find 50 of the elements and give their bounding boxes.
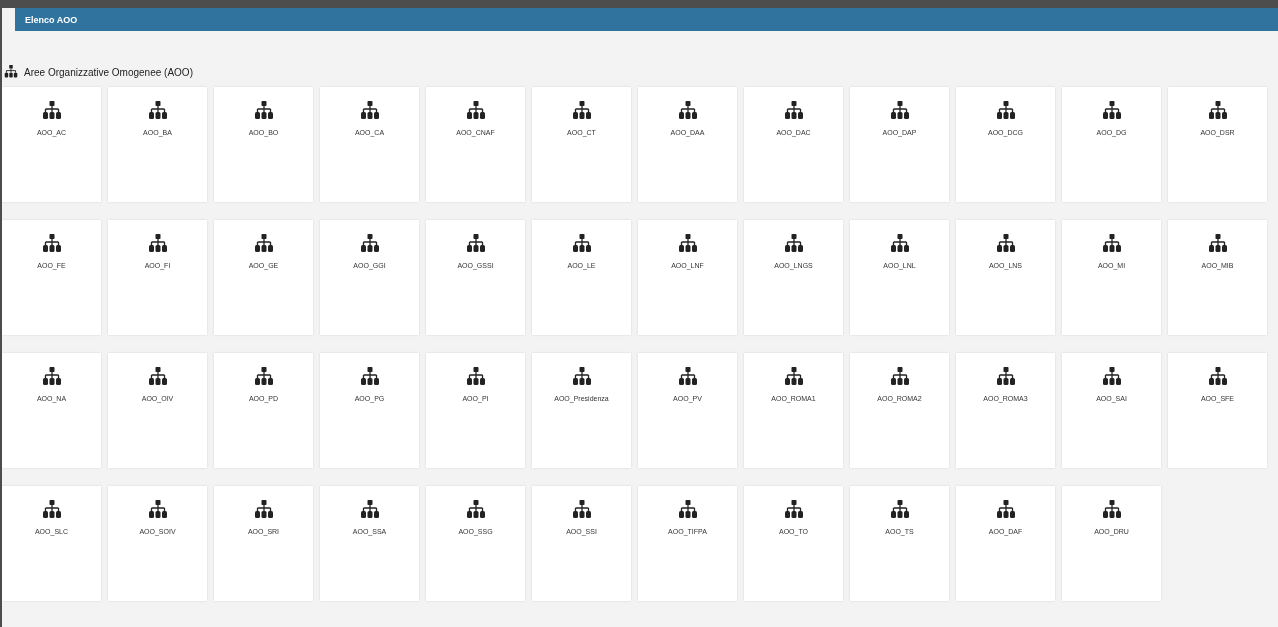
sitemap-icon [995,367,1016,387]
sitemap-icon [41,101,62,121]
sitemap-icon [571,234,592,254]
header-title: Elenco AOO [25,14,78,25]
sitemap-icon [677,101,698,121]
sitemap-icon [253,367,274,387]
sitemap-icon [359,367,380,387]
sitemap-icon [147,500,168,520]
sitemap-icon [783,367,804,387]
sitemap-icon [995,234,1016,254]
sitemap-icon [359,234,380,254]
sitemap-icon [889,101,910,121]
sitemap-icon [1101,500,1122,520]
sitemap-icon [41,500,62,520]
sitemap-icon [571,500,592,520]
sitemap-icon [677,367,698,387]
sitemap-icon [465,234,486,254]
sitemap-icon [995,101,1016,121]
sitemap-icon [995,500,1016,520]
sitemap-icon [465,101,486,121]
sitemap-icon [41,234,62,254]
sitemap-icon [253,234,274,254]
sitemap-icon [359,500,380,520]
sitemap-icon [253,101,274,121]
sitemap-icon [147,367,168,387]
sitemap-icon [1207,367,1228,387]
sitemap-icon [1101,101,1122,121]
sitemap-icon [465,367,486,387]
sitemap-icon [571,101,592,121]
sitemap-icon [889,234,910,254]
sitemap-icon [783,101,804,121]
sitemap-icon [147,234,168,254]
sitemap-icon [1207,234,1228,254]
sitemap-icon [571,367,592,387]
sitemap-icon [4,65,18,79]
sitemap-icon [359,101,380,121]
sitemap-icon [1101,367,1122,387]
sitemap-icon [783,500,804,520]
sitemap-icon [253,500,274,520]
section-title: Aree Organizzative Omogenee (AOO) [24,66,193,78]
sitemap-icon [147,101,168,121]
sitemap-icon [677,500,698,520]
sitemap-icon [1101,234,1122,254]
sitemap-icon [889,500,910,520]
sitemap-icon [783,234,804,254]
sitemap-icon [1207,101,1228,121]
sitemap-icon [889,367,910,387]
sitemap-icon [465,500,486,520]
sitemap-icon [41,367,62,387]
sitemap-icon [677,234,698,254]
